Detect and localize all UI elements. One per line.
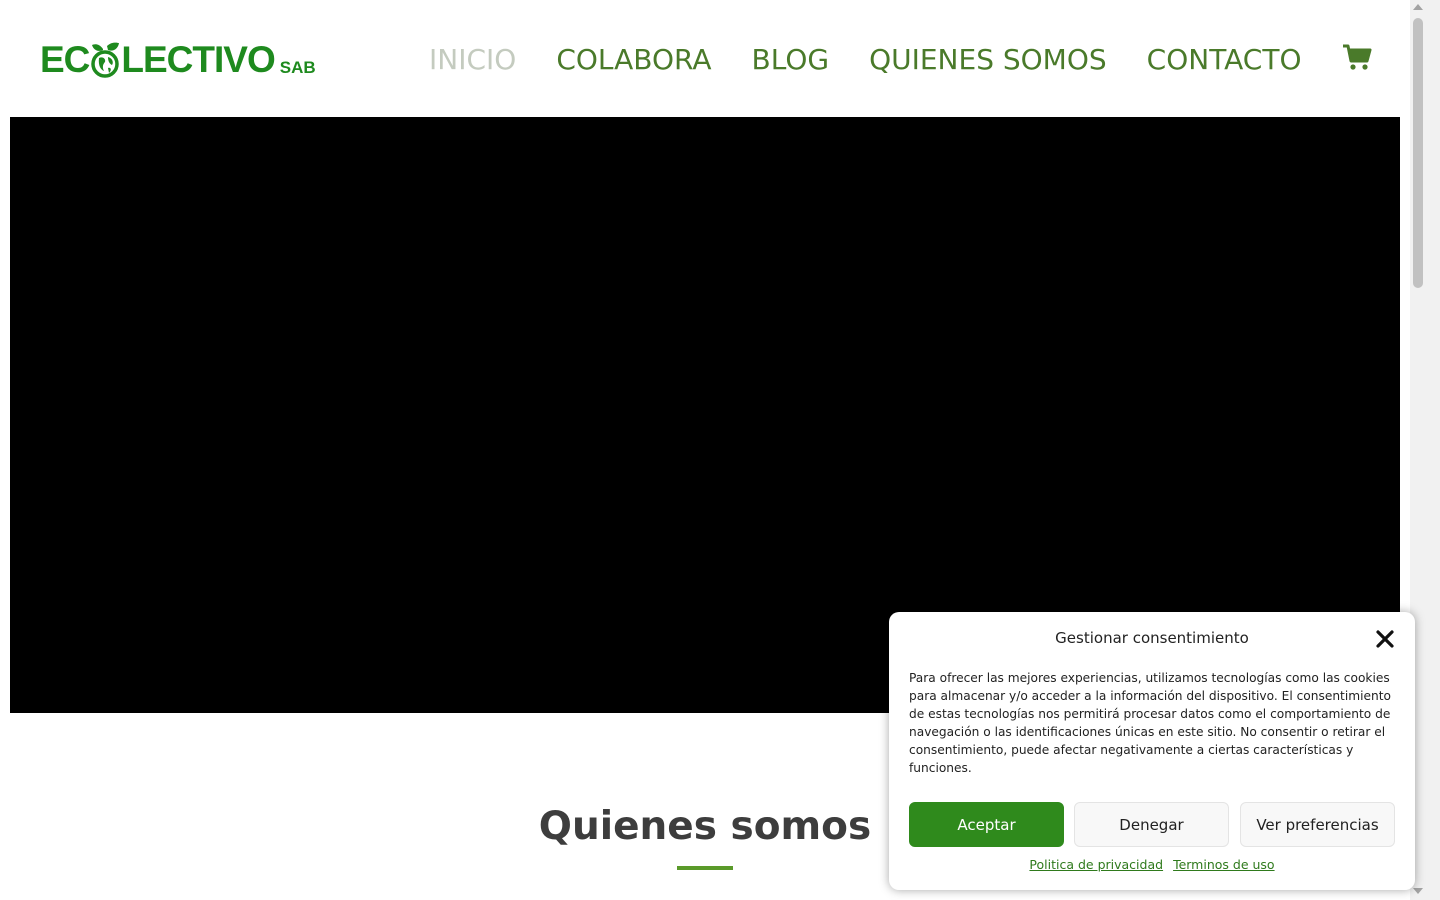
accept-button[interactable]: Aceptar bbox=[909, 802, 1064, 847]
cookie-links: Politica de privacidad Terminos de uso bbox=[889, 857, 1415, 872]
cookie-dialog-title: Gestionar consentimiento bbox=[1055, 629, 1249, 647]
close-icon[interactable] bbox=[1375, 629, 1395, 649]
main-navigation: INICIO COLABORA BLOG QUIENES SOMOS CONTA… bbox=[429, 42, 1341, 78]
view-preferences-button[interactable]: Ver preferencias bbox=[1240, 802, 1395, 847]
logo-text-end: LECTIVO bbox=[121, 39, 275, 80]
shopping-cart-icon[interactable] bbox=[1342, 44, 1372, 72]
cookie-consent-dialog: Gestionar consentimiento Para ofrecer la… bbox=[889, 612, 1415, 890]
logo-text-start: EC bbox=[40, 39, 90, 80]
title-underline bbox=[677, 866, 733, 870]
terms-of-use-link[interactable]: Terminos de uso bbox=[1173, 857, 1275, 872]
cookie-description: Para ofrecer las mejores experiencias, u… bbox=[909, 671, 1391, 775]
site-logo[interactable]: EC LECTIVO SAB bbox=[40, 40, 316, 80]
scroll-up-arrow-icon[interactable] bbox=[1413, 4, 1423, 10]
nav-item-colabora[interactable]: COLABORA bbox=[556, 42, 711, 78]
nav-item-inicio[interactable]: INICIO bbox=[429, 42, 516, 78]
logo-wordmark: EC LECTIVO bbox=[40, 39, 276, 80]
globe-leaf-icon bbox=[90, 40, 120, 80]
privacy-policy-link[interactable]: Politica de privacidad bbox=[1029, 857, 1163, 872]
deny-button[interactable]: Denegar bbox=[1074, 802, 1229, 847]
nav-item-contacto[interactable]: CONTACTO bbox=[1147, 42, 1302, 78]
nav-item-quienes-somos[interactable]: QUIENES SOMOS bbox=[869, 42, 1107, 78]
nav-item-blog[interactable]: BLOG bbox=[752, 42, 830, 78]
logo-suffix: SAB bbox=[279, 58, 316, 77]
scroll-down-arrow-icon[interactable] bbox=[1413, 888, 1423, 894]
scrollbar-thumb[interactable] bbox=[1413, 18, 1423, 288]
